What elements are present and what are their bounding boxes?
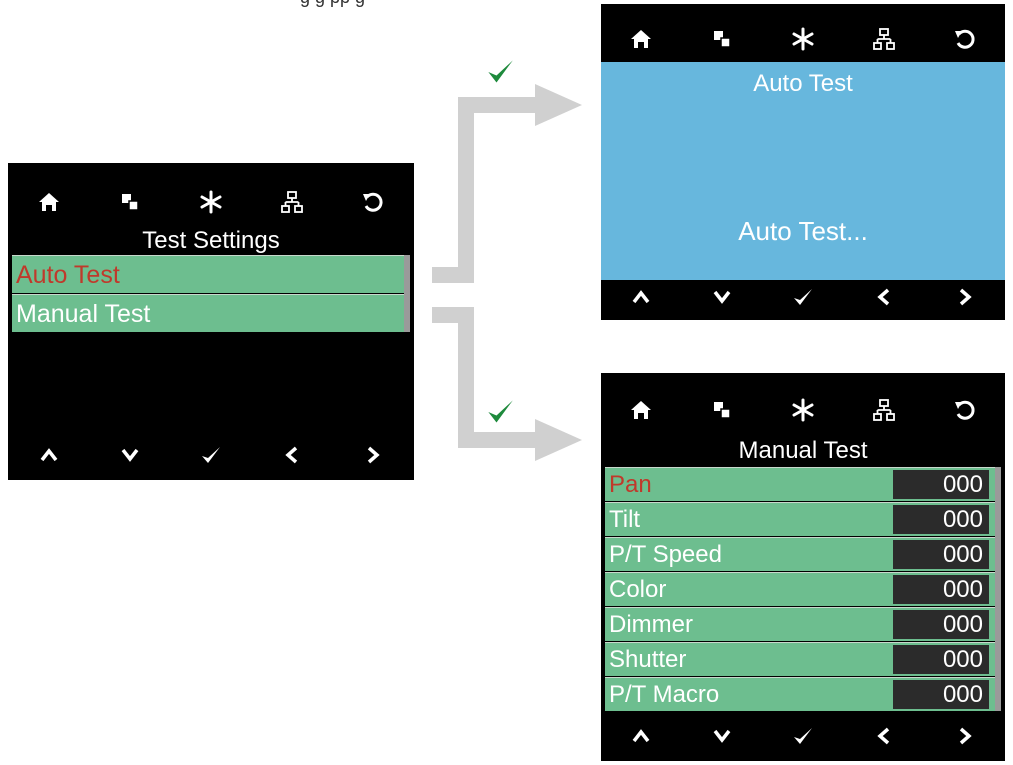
bottom-toolbar xyxy=(8,440,414,470)
copy-icon[interactable] xyxy=(710,27,734,51)
copy-icon[interactable] xyxy=(710,398,734,422)
screen-title: Manual Test xyxy=(738,437,868,464)
param-row-pt-speed[interactable]: P/T Speed 000 xyxy=(605,537,995,571)
home-icon[interactable] xyxy=(629,27,653,51)
right-icon[interactable] xyxy=(953,724,977,748)
param-row-dimmer[interactable]: Dimmer 000 xyxy=(605,607,995,641)
left-icon[interactable] xyxy=(280,443,304,467)
left-icon[interactable] xyxy=(872,285,896,309)
param-row-pt-macro[interactable]: P/T Macro 000 xyxy=(605,677,995,711)
top-toolbar xyxy=(601,395,1005,425)
param-label: P/T Macro xyxy=(609,681,720,708)
menu-item-manual-test[interactable]: Manual Test xyxy=(12,294,404,332)
undo-icon[interactable] xyxy=(953,398,977,422)
undo-icon[interactable] xyxy=(361,190,385,214)
param-row-color[interactable]: Color 000 xyxy=(605,572,995,606)
up-icon[interactable] xyxy=(629,724,653,748)
top-toolbar xyxy=(8,187,414,217)
scrollbar[interactable] xyxy=(995,467,1001,711)
left-icon[interactable] xyxy=(872,724,896,748)
menu-item-label: Auto Test xyxy=(16,261,120,289)
connector-upper xyxy=(432,84,582,283)
confirm-check-upper-icon xyxy=(484,58,516,86)
param-label: Pan xyxy=(609,471,652,498)
auto-test-status: Auto Test... xyxy=(738,216,868,246)
param-label: P/T Speed xyxy=(609,541,722,568)
up-icon[interactable] xyxy=(629,285,653,309)
network-icon[interactable] xyxy=(872,27,896,51)
param-value[interactable]: 000 xyxy=(893,575,989,604)
test-settings-screen: Test Settings Auto Test Manual Test xyxy=(8,163,414,480)
menu-item-label: Manual Test xyxy=(16,300,151,328)
param-label: Shutter xyxy=(609,646,687,673)
asterisk-icon[interactable] xyxy=(199,190,223,214)
right-icon[interactable] xyxy=(361,443,385,467)
network-icon[interactable] xyxy=(280,190,304,214)
confirm-check-lower-icon xyxy=(484,398,516,426)
up-icon[interactable] xyxy=(37,443,61,467)
right-icon[interactable] xyxy=(953,285,977,309)
manual-test-screen: Manual Test Pan 000 Tilt 000 P/T Speed 0… xyxy=(601,373,1005,761)
check-icon[interactable] xyxy=(791,724,815,748)
home-icon[interactable] xyxy=(37,190,61,214)
asterisk-icon[interactable] xyxy=(791,27,815,51)
param-label: Color xyxy=(609,576,667,603)
param-value[interactable]: 000 xyxy=(893,645,989,674)
param-label: Tilt xyxy=(609,506,641,533)
scrollbar[interactable] xyxy=(404,255,410,332)
param-value[interactable]: 000 xyxy=(893,610,989,639)
down-icon[interactable] xyxy=(710,285,734,309)
param-value[interactable]: 000 xyxy=(893,505,989,534)
down-icon[interactable] xyxy=(118,443,142,467)
param-label: Dimmer xyxy=(609,611,693,638)
auto-test-screen: Auto Test Auto Test... xyxy=(601,4,1005,320)
check-icon[interactable] xyxy=(791,285,815,309)
screen-title: Test Settings xyxy=(142,227,280,254)
param-value[interactable]: 000 xyxy=(893,470,989,499)
copy-icon[interactable] xyxy=(118,190,142,214)
connector-lower xyxy=(432,307,582,461)
top-toolbar xyxy=(601,22,1005,56)
param-row-tilt[interactable]: Tilt 000 xyxy=(605,502,995,536)
param-row-shutter[interactable]: Shutter 000 xyxy=(605,642,995,676)
bottom-toolbar xyxy=(601,721,1005,751)
param-value[interactable]: 000 xyxy=(893,540,989,569)
menu-item-auto-test[interactable]: Auto Test xyxy=(12,255,404,293)
check-icon[interactable] xyxy=(199,443,223,467)
home-icon[interactable] xyxy=(629,398,653,422)
bottom-toolbar xyxy=(601,282,1005,312)
asterisk-icon[interactable] xyxy=(791,398,815,422)
network-icon[interactable] xyxy=(872,398,896,422)
screen-title: Auto Test xyxy=(753,70,853,97)
down-icon[interactable] xyxy=(710,724,734,748)
param-value[interactable]: 000 xyxy=(893,680,989,709)
param-row-pan[interactable]: Pan 000 xyxy=(605,467,995,501)
undo-icon[interactable] xyxy=(953,27,977,51)
